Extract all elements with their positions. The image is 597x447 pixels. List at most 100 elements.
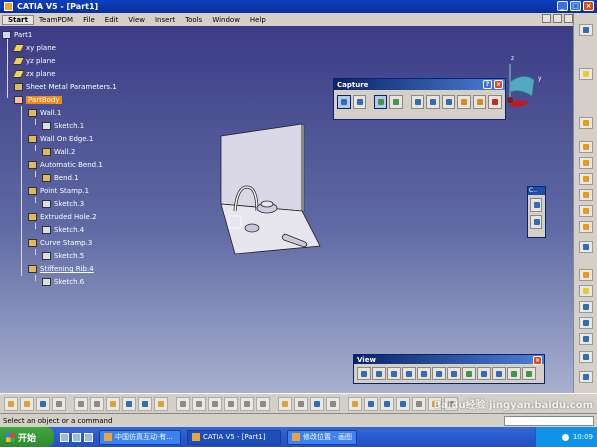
wall-icon[interactable] bbox=[579, 117, 593, 129]
sketch-tool-icon[interactable] bbox=[240, 396, 254, 411]
fit-all-icon[interactable] bbox=[364, 396, 378, 411]
isometric-view-icon[interactable] bbox=[477, 367, 491, 380]
hem-icon[interactable] bbox=[579, 189, 593, 201]
corner-icon[interactable] bbox=[579, 285, 593, 297]
zoom-out-icon[interactable] bbox=[432, 367, 446, 380]
quick-launch-desktop-icon[interactable] bbox=[72, 432, 81, 442]
tree-item-partbody[interactable]: PartBody bbox=[14, 96, 62, 104]
menu-view[interactable]: View bbox=[123, 16, 150, 24]
mini-toolbar-icon-2[interactable] bbox=[530, 215, 542, 229]
hide-show-icon[interactable] bbox=[507, 367, 521, 380]
doc-close-button[interactable] bbox=[564, 14, 573, 23]
tree-item-wall1[interactable]: Wall.1 bbox=[28, 109, 61, 117]
close-button[interactable]: × bbox=[583, 1, 594, 11]
fly-mode-icon[interactable] bbox=[357, 367, 371, 380]
quick-launch-ie-icon[interactable] bbox=[60, 432, 69, 442]
save-capture-icon[interactable] bbox=[410, 95, 425, 109]
tree-item-bend1[interactable]: Bend.1 bbox=[42, 174, 79, 182]
tree-item-sheet-metal-parameters[interactable]: Sheet Metal Parameters.1 bbox=[14, 83, 117, 91]
update-icon[interactable] bbox=[176, 396, 190, 411]
whats-this-icon[interactable] bbox=[154, 396, 168, 411]
tree-item-sketch5[interactable]: Sketch.5 bbox=[42, 252, 84, 260]
pixel-capture-icon[interactable] bbox=[373, 95, 388, 109]
minimize-button[interactable]: _ bbox=[557, 1, 568, 11]
tree-item-sketch4[interactable]: Sketch.4 bbox=[42, 226, 84, 234]
open-icon[interactable] bbox=[20, 396, 34, 411]
paste-icon[interactable] bbox=[106, 396, 120, 411]
mini-toolbar-icon-1[interactable] bbox=[530, 198, 542, 212]
tree-item-wall-on-edge1[interactable]: Wall On Edge.1 bbox=[28, 135, 93, 143]
select-icon[interactable] bbox=[579, 68, 593, 80]
formula-icon[interactable] bbox=[278, 396, 292, 411]
multi-view-icon[interactable] bbox=[462, 367, 476, 380]
tray-icon[interactable] bbox=[561, 433, 569, 441]
normal-view-icon[interactable] bbox=[447, 367, 461, 380]
axis-icon[interactable] bbox=[326, 396, 340, 411]
command-input[interactable] bbox=[504, 416, 594, 426]
vector-capture-icon[interactable] bbox=[389, 95, 403, 109]
cut-icon[interactable] bbox=[74, 396, 88, 411]
transform-icon[interactable] bbox=[579, 333, 593, 345]
menu-tools[interactable]: Tools bbox=[180, 16, 207, 24]
new-icon[interactable] bbox=[4, 396, 18, 411]
capture-help-button[interactable]: ? bbox=[483, 80, 492, 89]
tree-item-zx-plane[interactable]: zx plane bbox=[12, 70, 55, 78]
fit-all-icon[interactable] bbox=[372, 367, 386, 380]
stamp-icon[interactable] bbox=[579, 269, 593, 281]
print-icon[interactable] bbox=[52, 396, 66, 411]
sheet-metal-part[interactable] bbox=[205, 116, 335, 256]
fly-icon[interactable] bbox=[348, 396, 362, 411]
tree-item-xy-plane[interactable]: xy plane bbox=[12, 44, 56, 52]
plane-tool-icon[interactable] bbox=[256, 396, 270, 411]
album-icon[interactable] bbox=[472, 95, 487, 109]
unfold-icon[interactable] bbox=[579, 221, 593, 233]
copy-capture-icon[interactable] bbox=[441, 95, 456, 109]
print-capture-icon[interactable] bbox=[426, 95, 440, 109]
tree-item-sketch6[interactable]: Sketch.6 bbox=[42, 278, 84, 286]
view-icon[interactable] bbox=[412, 396, 426, 411]
select-arrow-icon[interactable] bbox=[337, 95, 351, 109]
analysis-icon[interactable] bbox=[579, 371, 593, 383]
menu-file[interactable]: File bbox=[78, 16, 100, 24]
taskbar-task-catia[interactable]: CATIA V5 - [Part1] bbox=[187, 429, 281, 445]
menu-window[interactable]: Window bbox=[207, 16, 245, 24]
mirror-icon[interactable] bbox=[579, 317, 593, 329]
tree-item-stiffening-rib4[interactable]: Stiffening Rib.4 bbox=[28, 265, 94, 273]
stop-capture-icon[interactable] bbox=[488, 95, 502, 109]
quick-launch-app-icon[interactable] bbox=[84, 432, 93, 442]
doc-restore-button[interactable] bbox=[553, 14, 562, 23]
tree-item-automatic-bend1[interactable]: Automatic Bend.1 bbox=[28, 161, 103, 169]
tree-item-extruded-hole2[interactable]: Extruded Hole.2 bbox=[28, 213, 97, 221]
tree-item-yz-plane[interactable]: yz plane bbox=[12, 57, 55, 65]
swap-visible-space-icon[interactable] bbox=[522, 367, 536, 380]
catalog-icon[interactable] bbox=[294, 396, 308, 411]
fold-unfold-icon[interactable] bbox=[208, 396, 222, 411]
menu-start[interactable]: Start bbox=[2, 14, 34, 25]
pan-icon[interactable] bbox=[380, 396, 394, 411]
tree-item-sketch1[interactable]: Sketch.1 bbox=[42, 122, 84, 130]
redo-icon[interactable] bbox=[138, 396, 152, 411]
pattern-icon[interactable] bbox=[579, 301, 593, 313]
start-button[interactable]: 开始 bbox=[0, 427, 54, 447]
save-icon[interactable] bbox=[36, 396, 50, 411]
shading-icon[interactable] bbox=[492, 367, 506, 380]
cutout-icon[interactable] bbox=[579, 241, 593, 253]
tree-item-sketch3[interactable]: Sketch.3 bbox=[42, 200, 84, 208]
table-icon[interactable] bbox=[310, 396, 324, 411]
tree-item-curve-stamp3[interactable]: Curve Stamp.3 bbox=[28, 239, 92, 247]
zoom-in-icon[interactable] bbox=[417, 367, 431, 380]
cut-part-icon[interactable] bbox=[192, 396, 206, 411]
capture-mode-icon[interactable] bbox=[352, 95, 367, 109]
tree-item-wall2[interactable]: Wall.2 bbox=[42, 148, 75, 156]
sheet-metal-parameters-icon[interactable] bbox=[579, 24, 593, 36]
bend-icon[interactable] bbox=[579, 205, 593, 217]
extrusion-icon[interactable] bbox=[579, 157, 593, 169]
taskbar-task-paint[interactable]: 修改位置 - 画图 bbox=[287, 429, 357, 445]
menu-teampdm[interactable]: TeamPDM bbox=[34, 16, 78, 24]
flange-icon[interactable] bbox=[579, 173, 593, 185]
pan-icon[interactable] bbox=[387, 367, 401, 380]
menu-insert[interactable]: Insert bbox=[150, 16, 180, 24]
menu-help[interactable]: Help bbox=[245, 16, 271, 24]
rotate-icon[interactable] bbox=[402, 367, 416, 380]
compass-widget[interactable]: z y x bbox=[500, 52, 550, 112]
